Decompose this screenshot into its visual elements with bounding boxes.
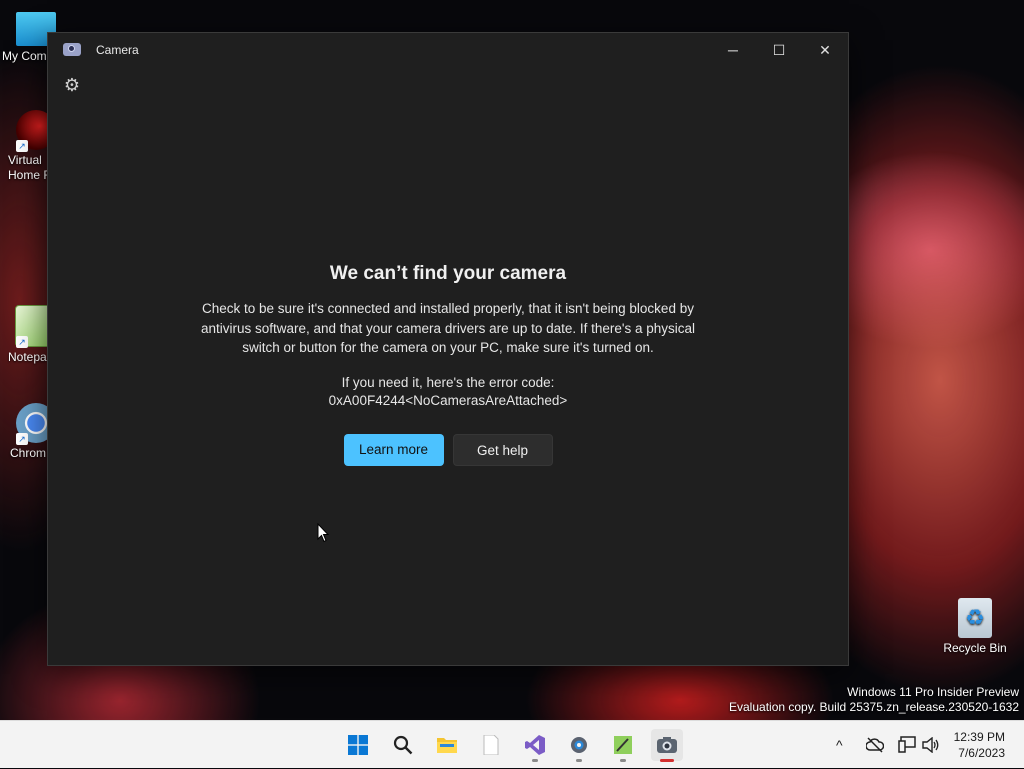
running-indicator <box>620 759 626 762</box>
volume-icon[interactable] <box>922 737 940 753</box>
active-indicator <box>660 759 674 762</box>
maximize-button[interactable]: ☐ <box>756 33 802 67</box>
search-button[interactable] <box>387 729 419 761</box>
camera-window: Camera ─ ☐ ✕ ⚙ We can’t find your camera… <box>47 32 849 666</box>
search-icon <box>393 735 413 755</box>
tray-overflow-chevron[interactable]: ^ <box>836 721 843 769</box>
taskbar: ^ 12:39 PM 7/6/2023 <box>0 720 1024 768</box>
running-indicator <box>532 759 538 762</box>
clock-date: 7/6/2023 <box>958 746 1005 760</box>
clock-time: 12:39 PM <box>953 730 1005 744</box>
blank-file-button[interactable] <box>475 729 507 761</box>
camera-app-icon <box>63 43 81 56</box>
action-buttons: Learn more Get help <box>48 433 848 466</box>
error-code-intro: If you need it, here's the error code: <box>341 374 555 390</box>
camera-icon <box>657 737 677 753</box>
shortcut-arrow-icon: ↗ <box>16 140 28 152</box>
file-explorer-button[interactable] <box>431 729 463 761</box>
evaluation-watermark: Windows 11 Pro Insider Preview Evaluatio… <box>729 685 1019 715</box>
no-camera-message: We can’t find your camera Check to be su… <box>48 263 848 466</box>
recycle-bin-icon: ♻ <box>958 598 992 638</box>
error-code: 0xA00F4244<NoCamerasAreAttached> <box>328 392 568 408</box>
notepad-taskbar-button[interactable] <box>607 729 639 762</box>
settings-gear-icon[interactable]: ⚙ <box>62 75 82 95</box>
settings-app-button[interactable] <box>563 729 595 762</box>
document-icon <box>483 735 499 755</box>
visual-studio-icon <box>525 735 545 755</box>
settings-gear-icon <box>571 737 587 753</box>
folder-icon <box>437 738 457 753</box>
camera-taskbar-button[interactable] <box>651 729 683 762</box>
shortcut-arrow-icon: ↗ <box>16 433 28 445</box>
desktop-icon-label: Recycle Bin <box>943 641 1007 655</box>
window-title: Camera <box>96 43 139 57</box>
mouse-cursor-icon <box>317 523 329 543</box>
taskbar-clock[interactable]: 12:39 PM 7/6/2023 <box>954 729 1005 761</box>
windows-logo-icon <box>348 735 368 755</box>
watermark-line-2: Evaluation copy. Build 25375.zn_release.… <box>729 700 1019 714</box>
desktop-icon-label: Virtual Home F <box>8 153 51 182</box>
learn-more-button[interactable]: Learn more <box>343 433 444 466</box>
error-description: Check to be sure it's connected and inst… <box>200 301 696 355</box>
watermark-line-1: Windows 11 Pro Insider Preview <box>847 685 1019 699</box>
error-heading: We can’t find your camera <box>329 263 567 284</box>
desktop-icon-recycle-bin[interactable]: ♻ Recycle Bin <box>943 598 1007 655</box>
get-help-button[interactable]: Get help <box>452 433 553 466</box>
visual-studio-button[interactable] <box>519 729 551 762</box>
close-button[interactable]: ✕ <box>802 33 848 67</box>
title-bar[interactable]: Camera ─ ☐ ✕ <box>48 33 848 67</box>
shortcut-arrow-icon: ↗ <box>16 336 28 348</box>
minimize-button[interactable]: ─ <box>710 33 756 67</box>
network-icon[interactable] <box>898 736 916 753</box>
notepad-icon <box>614 736 632 754</box>
cloud-offline-icon[interactable] <box>866 737 884 753</box>
running-indicator <box>576 759 582 762</box>
start-button[interactable] <box>342 729 374 761</box>
